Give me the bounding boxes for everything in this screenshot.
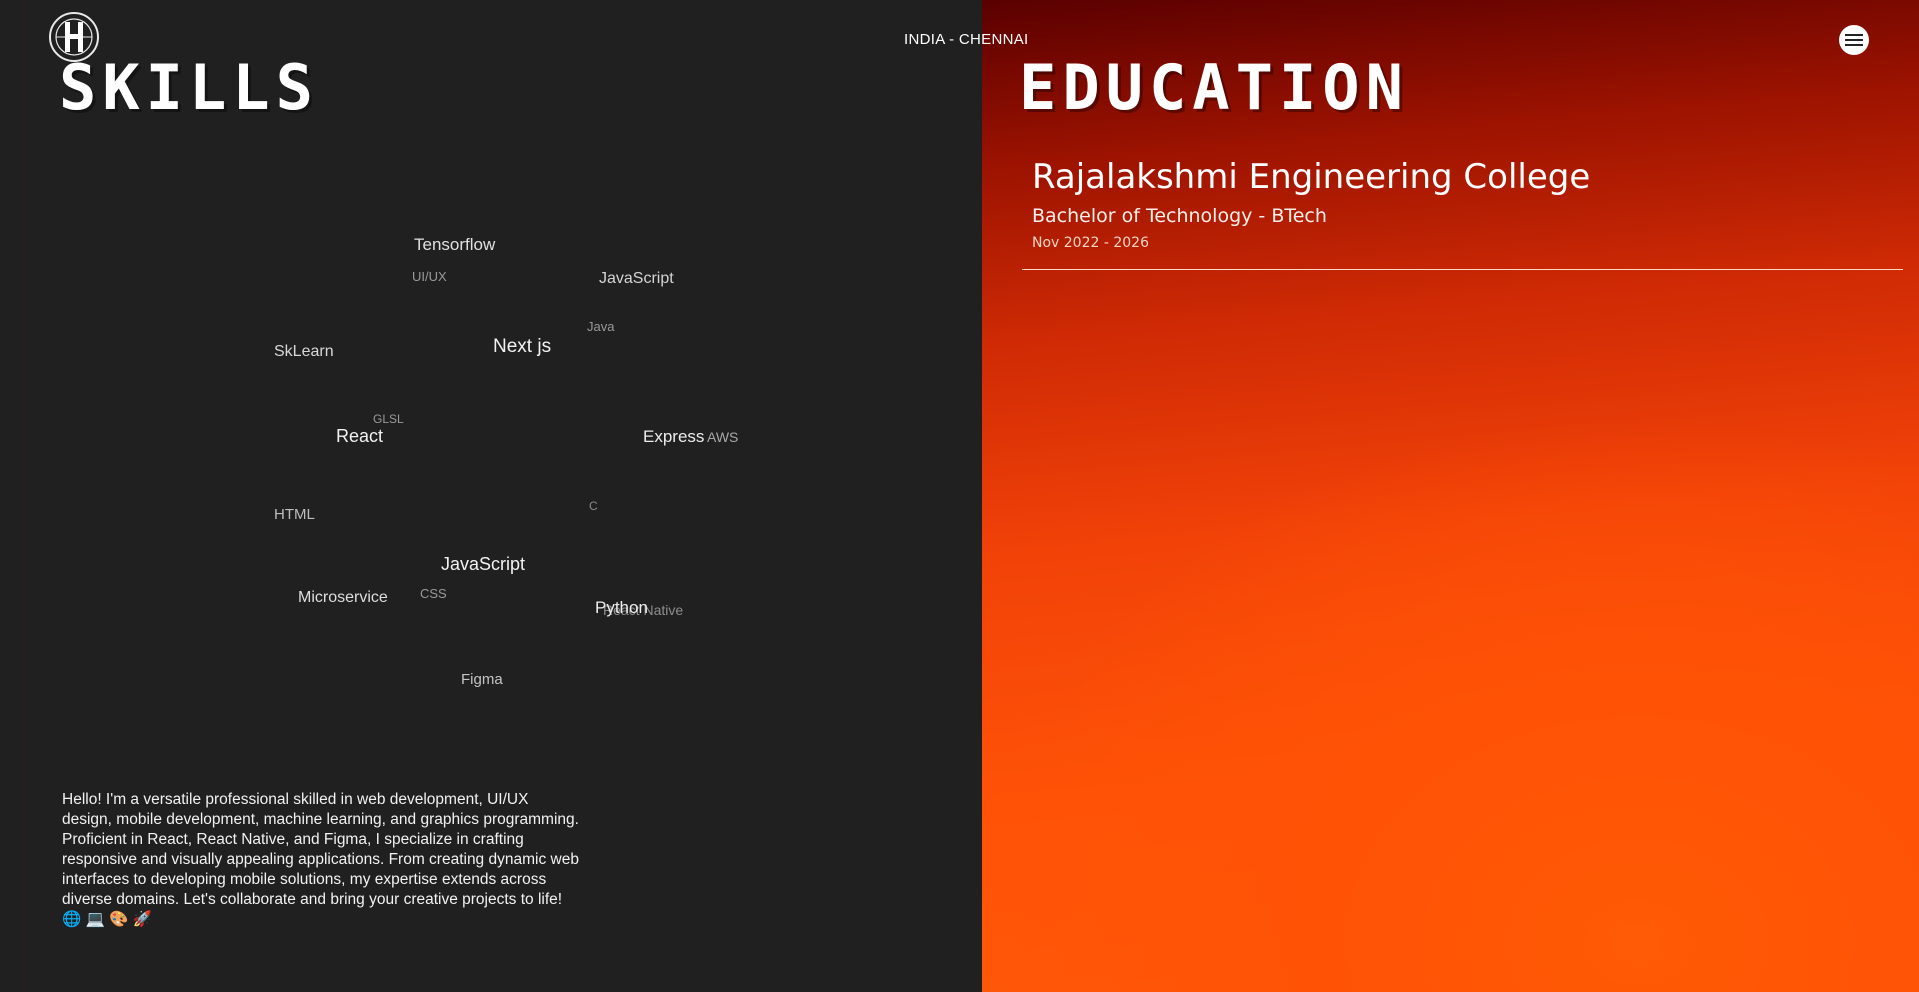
skill-tag: Python	[595, 598, 648, 617]
skill-tag: AWS	[707, 429, 739, 445]
hamburger-menu-button[interactable]	[1839, 25, 1869, 55]
skill-tag: Java	[587, 319, 615, 334]
skill-tag: UI/UX	[412, 269, 447, 284]
education-heading: EDUCATION	[1019, 51, 1409, 124]
skill-tag: C	[589, 499, 598, 513]
about-paragraph: Hello! I'm a versatile professional skil…	[62, 791, 579, 928]
skill-tag: GLSL	[373, 412, 404, 426]
menu-bar	[1845, 44, 1863, 46]
location-label: INDIA - CHENNAI	[904, 31, 1029, 48]
education-panel	[982, 0, 1919, 992]
menu-bar	[1845, 34, 1863, 36]
menu-bar	[1845, 39, 1863, 41]
degree-label: Bachelor of Technology - BTech	[1032, 205, 1327, 227]
skill-tag: React	[336, 426, 384, 446]
skill-tag: Microservice	[298, 589, 388, 606]
skill-tag: JavaScript	[599, 270, 674, 287]
skill-tag: Next js	[493, 336, 552, 357]
skill-tag: CSS	[420, 586, 447, 601]
school-name: Rajalakshmi Engineering College	[1032, 157, 1591, 197]
skill-tag: HTML	[274, 506, 315, 523]
skills-heading: SKILLS	[59, 51, 319, 124]
portfolio-page: INDIA - CHENNAI SKILLS Tensorflow UI/UX …	[0, 0, 1919, 992]
skill-tag: SkLearn	[274, 343, 334, 360]
panel-edge-divider	[22, 0, 23, 992]
skill-tag: Express	[643, 427, 705, 446]
education-divider	[1022, 269, 1903, 270]
education-entry: Rajalakshmi Engineering College Bachelor…	[1032, 155, 1902, 253]
skill-tag: Figma	[461, 671, 503, 688]
skill-tag: JavaScript	[441, 554, 526, 574]
education-dates: Nov 2022 - 2026	[1032, 235, 1149, 251]
skill-tag: Tensorflow	[414, 235, 496, 254]
